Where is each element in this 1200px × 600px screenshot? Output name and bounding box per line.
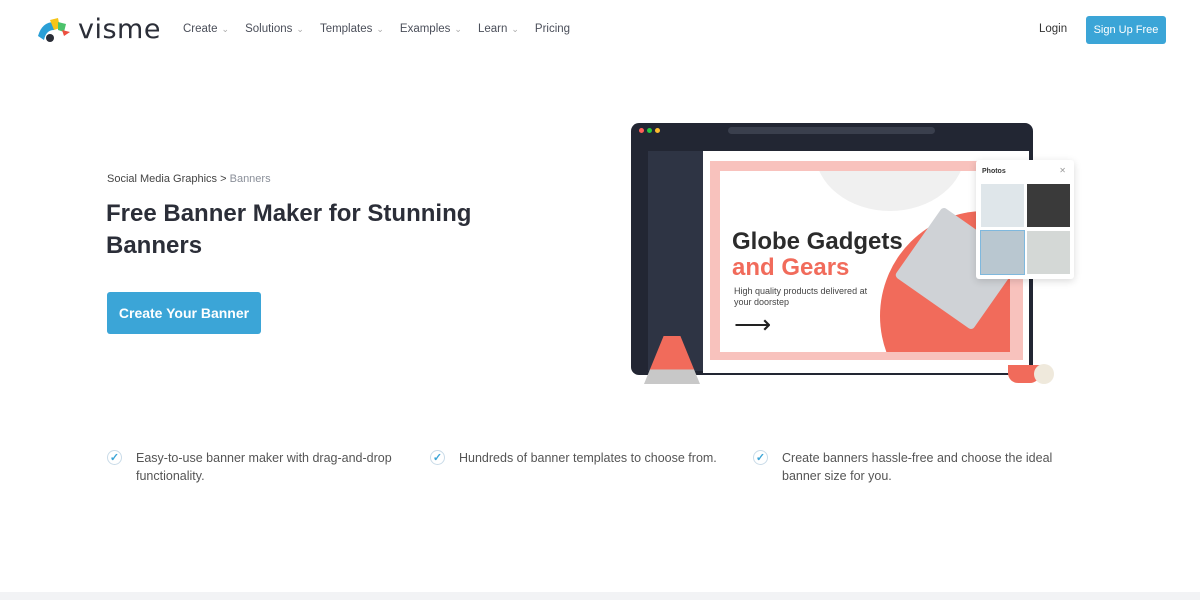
nav-label: Create	[183, 23, 218, 35]
window-dots	[639, 128, 660, 133]
page-title: Free Banner Maker for Stunning Banners	[106, 200, 472, 259]
section-divider	[0, 592, 1200, 600]
photos-panel: Photos ✕	[976, 160, 1074, 279]
chevron-down-icon: ⌄	[221, 24, 230, 34]
breadcrumb-parent[interactable]: Social Media Graphics	[107, 173, 217, 185]
check-circle-icon: ✓	[107, 450, 122, 465]
check-circle-icon: ✓	[430, 450, 445, 465]
nav-examples[interactable]: Examples ⌄	[400, 23, 462, 35]
create-banner-button[interactable]: Create Your Banner	[107, 292, 261, 334]
chevron-down-icon: ⌄	[454, 24, 462, 34]
decorative-ball	[1034, 364, 1054, 384]
nav-label: Pricing	[534, 23, 571, 35]
nav-label: Solutions	[245, 23, 293, 35]
close-icon: ✕	[1059, 166, 1066, 175]
breadcrumb-separator: >	[217, 173, 230, 185]
main-menu: Create ⌄ Solutions ⌄ Templates ⌄ Examples ⌄ …	[183, 23, 570, 35]
banner-subtext: High quality products delivered at your …	[734, 286, 868, 307]
nav-label: Templates	[319, 23, 373, 35]
signup-button[interactable]: Sign Up Free	[1086, 16, 1166, 44]
photo-thumbnail	[1027, 184, 1070, 227]
address-bar	[728, 127, 935, 134]
chevron-down-icon: ⌄	[296, 24, 304, 34]
arrow-right-icon: ⟶	[734, 309, 772, 339]
nav-label: Examples	[399, 23, 451, 35]
nav-learn[interactable]: Learn ⌄	[478, 23, 519, 35]
chevron-down-icon: ⌄	[511, 24, 519, 34]
visme-logo-icon	[38, 17, 70, 42]
photo-thumbnail	[980, 230, 1025, 275]
nav-pricing[interactable]: Pricing	[535, 23, 570, 35]
visme-logo[interactable]: visme	[36, 14, 161, 45]
nav-create[interactable]: Create ⌄	[183, 23, 229, 35]
login-link[interactable]: Login	[1039, 23, 1067, 35]
nav-solutions[interactable]: Solutions ⌄	[245, 23, 304, 35]
feature-item: ✓ Create banners hassle-free and choose t…	[753, 449, 1053, 485]
feature-item: ✓ Easy-to-use banner maker with drag-and-…	[107, 449, 407, 485]
breadcrumb: Social Media Graphics > Banners	[107, 173, 271, 185]
top-nav: visme Create ⌄ Solutions ⌄ Templates ⌄ Exam…	[0, 0, 1200, 60]
nav-templates[interactable]: Templates ⌄	[320, 23, 384, 35]
photos-panel-title: Photos	[982, 168, 1006, 175]
photo-thumbnail	[981, 184, 1024, 227]
banner-headline-accent: and Gears	[732, 254, 850, 281]
chevron-down-icon: ⌄	[376, 24, 384, 34]
feature-text: Create banners hassle-free and choose th…	[782, 451, 1053, 483]
laptop-screen: Globe Gadgets and Gears High quality pro…	[631, 123, 1033, 375]
nav-label: Learn	[477, 23, 508, 35]
banner-headline: Globe Gadgets	[732, 228, 903, 255]
check-circle-icon: ✓	[753, 450, 768, 465]
photo-thumbnail	[1027, 231, 1070, 274]
breadcrumb-current[interactable]: Banners	[230, 173, 271, 185]
feature-text: Hundreds of banner templates to choose f…	[459, 451, 717, 465]
feature-item: ✓ Hundreds of banner templates to choose …	[430, 449, 730, 467]
feature-text: Easy-to-use banner maker with drag-and-d…	[136, 451, 392, 483]
logo-text: visme	[78, 14, 161, 45]
